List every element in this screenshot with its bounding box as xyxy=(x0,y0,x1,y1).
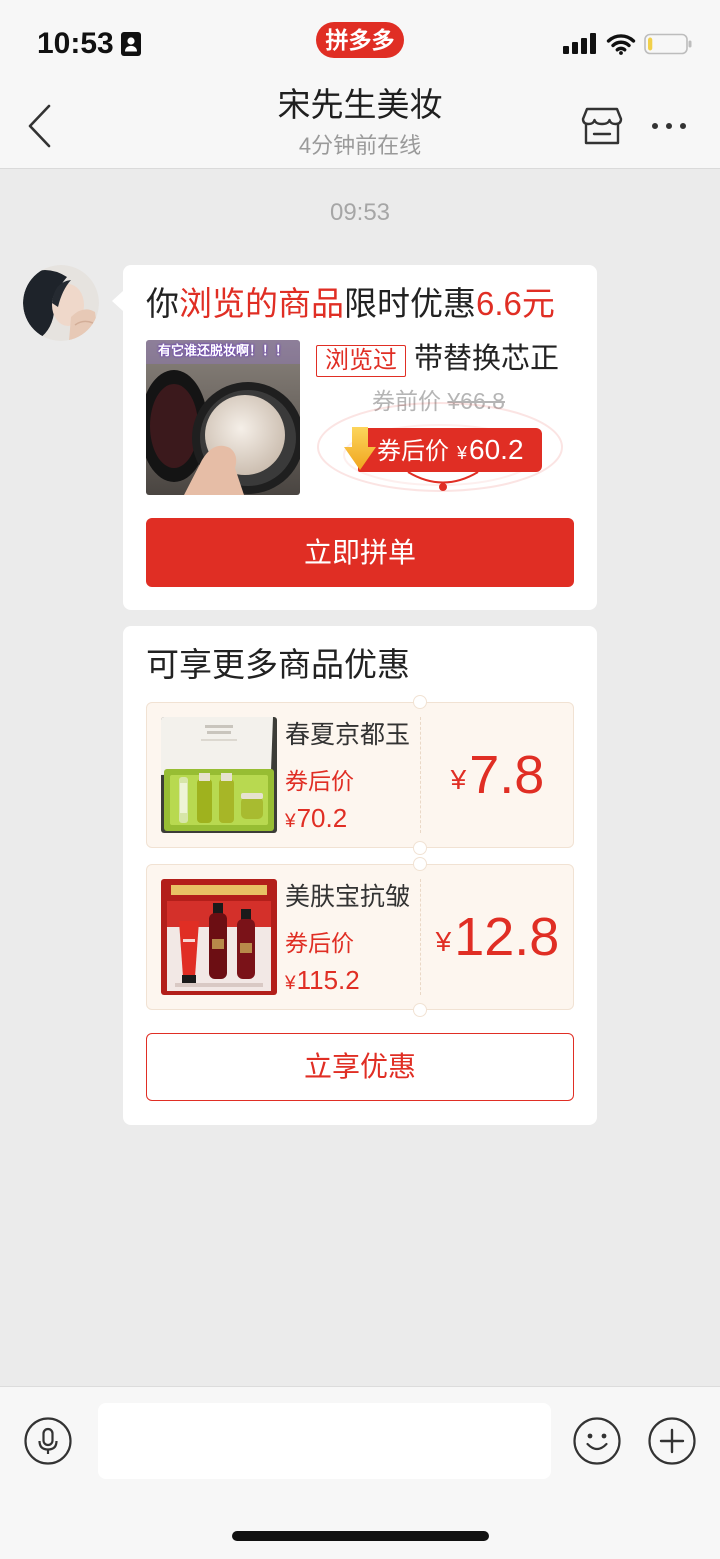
more-icon[interactable] xyxy=(648,116,690,136)
promo-card[interactable]: 你浏览的商品限时优惠6.6元 有它谁还脱妆啊！！！ 浏览过 带替换芯正 券前价 … xyxy=(112,265,597,610)
coupon-discount: ¥12.8 xyxy=(421,865,574,1009)
app-badge-label: 拼多多 xyxy=(325,27,395,53)
coupon-discount-value: 12.8 xyxy=(454,907,560,967)
coupon-discount-symbol: ¥ xyxy=(450,764,467,795)
app-badge: 拼多多 xyxy=(316,22,404,58)
battery-icon xyxy=(644,33,692,55)
message-composer xyxy=(0,1386,720,1559)
price-after-value: 60.2 xyxy=(469,434,524,465)
coupon-item[interactable]: 春夏京都玉 券后价 ¥70.2 ¥7.8 xyxy=(146,695,574,855)
coupon-price-value: 70.2 xyxy=(296,803,348,833)
down-arrow-icon xyxy=(344,427,376,470)
price-after-label: 券后价 xyxy=(377,438,449,465)
coupon-price-symbol: ¥ xyxy=(285,973,296,994)
coupon-item[interactable]: 美肤宝抗皱 券后价 ¥115.2 ¥12.8 xyxy=(146,857,574,1017)
coupon-discount: ¥7.8 xyxy=(421,703,574,847)
contact-card-icon xyxy=(121,32,141,56)
product-image xyxy=(161,717,277,833)
avatar[interactable] xyxy=(23,265,99,341)
buy-now-button[interactable]: 立即拼单 xyxy=(146,518,574,587)
coupon-discount-symbol: ¥ xyxy=(435,926,452,957)
more-deals-card: 可享更多商品优惠 春夏京都玉 券后价 ¥ 70.2 ¥ 7.8 美肤宝抗皱 券后… xyxy=(123,626,597,1125)
coupon-price-symbol: ¥ xyxy=(285,811,296,832)
more-deals-title: 可享更多商品优惠 xyxy=(146,646,410,683)
emoji-icon[interactable] xyxy=(573,1417,621,1465)
chat-title: 宋先生美妆 xyxy=(277,86,443,123)
status-time: 10:53 xyxy=(37,27,114,60)
chevron-left-icon[interactable] xyxy=(24,102,56,150)
plus-icon[interactable] xyxy=(648,1417,696,1465)
top-bar: 10:53 拼多多 宋先生美妆 4分钟前在线 xyxy=(0,0,720,169)
coupon-price-label: 券后价 xyxy=(285,930,354,956)
viewed-tag: 浏览过 xyxy=(316,345,406,377)
claim-deals-button[interactable]: 立享优惠 xyxy=(146,1033,574,1101)
coupon-product-name: 春夏京都玉 xyxy=(285,721,411,749)
coupon-price: ¥70.2 xyxy=(285,801,347,839)
signal-icon xyxy=(563,33,597,54)
coupon-product-name: 美肤宝抗皱 xyxy=(285,883,411,911)
coupon-discount-value: 7.8 xyxy=(469,745,545,805)
promo-title-highlight: 浏览的商品 xyxy=(179,285,344,322)
coupon-price-label: 券后价 xyxy=(285,768,354,794)
promo-title-middle: 限时优惠 xyxy=(344,285,476,322)
price-after-ribbon: 券后价 ¥ 60.2 xyxy=(358,428,542,472)
online-status: 4分钟前在线 xyxy=(298,133,422,158)
product-image[interactable]: 有它谁还脱妆啊！！！ xyxy=(146,340,300,495)
message-timestamp: 09:53 xyxy=(329,199,391,226)
price-after-symbol: ¥ xyxy=(457,443,468,463)
wifi-icon xyxy=(606,32,636,55)
promo-title: 你浏览的商品限时优惠6.6元 xyxy=(146,284,555,324)
store-icon[interactable] xyxy=(580,104,624,148)
message-input[interactable] xyxy=(98,1403,551,1479)
coupon-price-value: 115.2 xyxy=(296,965,360,995)
product-name[interactable]: 带替换芯正 xyxy=(414,341,559,377)
home-indicator[interactable] xyxy=(232,1531,489,1541)
product-image xyxy=(161,879,277,995)
promo-title-prefix: 你 xyxy=(146,285,179,322)
promo-title-amount: 6.6元 xyxy=(476,285,555,322)
product-image-caption: 有它谁还脱妆啊！！！ xyxy=(157,343,288,358)
bubble-tail xyxy=(112,291,123,311)
microphone-icon[interactable] xyxy=(24,1417,72,1465)
coupon-price: ¥115.2 xyxy=(285,963,360,1001)
